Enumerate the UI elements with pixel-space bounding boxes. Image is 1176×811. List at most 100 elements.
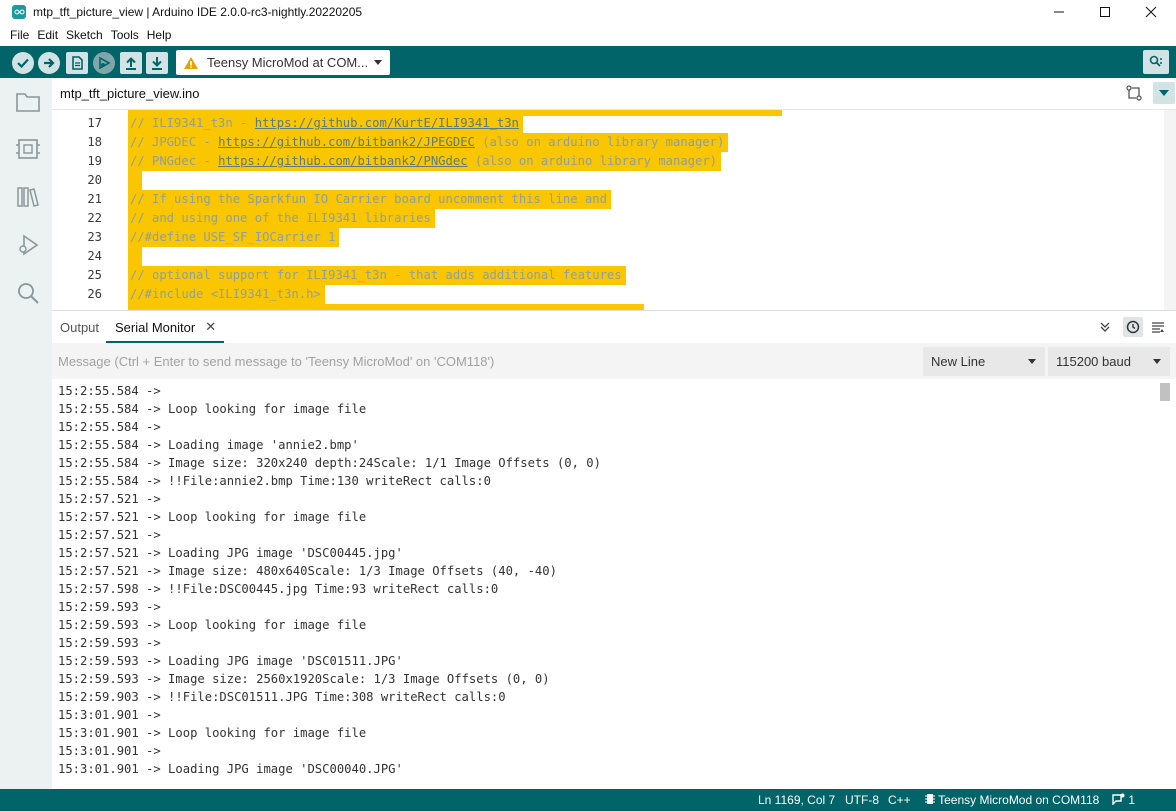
tab-output[interactable]: Output <box>60 311 99 343</box>
serial-monitor-button[interactable] <box>1143 50 1169 74</box>
line-number: 17 <box>87 116 102 130</box>
file-encoding[interactable]: UTF-8 <box>845 793 879 807</box>
window-title: mtp_tft_picture_view | Arduino IDE 2.0.0… <box>33 5 363 19</box>
chevron-down-icon <box>1028 359 1036 364</box>
debug-icon <box>99 56 111 70</box>
new-sketch-icon <box>72 56 83 70</box>
tab-serial-monitor-label: Serial Monitor <box>115 319 196 335</box>
code-line: 21 // If using the Sparkfun IO Carrier bo… <box>52 190 1164 209</box>
code-editor[interactable]: 17 // ILI9341_t3n - https://github.com/Ku… <box>52 110 1164 310</box>
open-icon <box>126 57 136 70</box>
code-comment: // and using one of the ILI9341 librarie… <box>130 211 431 225</box>
serial-output-line: 15:2:57.521 -> <box>58 528 161 542</box>
serial-message-bar: New Line 115200 baud <box>52 343 1176 379</box>
editor-more-button[interactable] <box>1153 82 1175 104</box>
code-url-link[interactable]: https://github.com/KurtE/ILI9341_t3n <box>255 116 519 130</box>
open-button[interactable] <box>120 52 142 74</box>
status-bar: Ln 1169, Col 7 UTF-8 C++ Teensy MicroMod… <box>0 789 1176 811</box>
menu-sketch[interactable]: Sketch <box>62 28 107 42</box>
tab-sketch-file-label: mtp_tft_picture_view.ino <box>60 86 200 101</box>
serial-output-line: 15:2:55.584 -> Image size: 320x240 depth… <box>58 456 601 470</box>
code-text: //#define USE_SF_IOCarrier 1 <box>128 228 340 247</box>
code-url-link[interactable]: https://github.com/bitbank2/PNGdec <box>218 154 467 168</box>
boards-manager-button[interactable] <box>14 135 42 163</box>
serial-output-line: 15:2:57.521 -> Image size: 480x640Scale:… <box>58 564 557 578</box>
serial-scrollbar-thumb[interactable] <box>1160 383 1170 401</box>
code-comment: // ILI9341_t3n - <box>130 116 255 130</box>
code-line: 23 //#define USE_SF_IOCarrier 1 <box>52 228 1164 247</box>
debug-button[interactable] <box>93 52 115 74</box>
warning-icon <box>184 56 198 69</box>
toolbar: Teensy MicroMod at COM... <box>0 46 1176 78</box>
editor-tab-bar: mtp_tft_picture_view.ino <box>52 78 1176 110</box>
clock-icon <box>1126 320 1140 334</box>
tab-serial-monitor[interactable]: Serial Monitor ✕ <box>106 311 225 343</box>
serial-monitor-icon <box>1149 55 1162 67</box>
menu-help[interactable]: Help <box>143 28 176 42</box>
arduino-logo-icon <box>12 5 26 19</box>
sketchbook-button[interactable] <box>14 88 42 116</box>
minimize-button[interactable] <box>1036 0 1082 24</box>
baud-rate-select[interactable]: 115200 baud <box>1048 347 1170 376</box>
maximize-button[interactable] <box>1082 0 1128 24</box>
toggle-autoscroll-button[interactable] <box>1148 317 1168 337</box>
line-number: 25 <box>87 268 102 282</box>
compare-icon <box>1126 85 1142 101</box>
code-comment: //#define USE_SF_IOCarrier 1 <box>130 230 336 244</box>
autoscroll-icon <box>1152 322 1164 333</box>
serial-scrollbar[interactable] <box>1156 381 1176 787</box>
upload-icon <box>44 58 55 68</box>
library-manager-button[interactable] <box>14 183 42 211</box>
serial-output-line: 15:3:01.901 -> <box>58 744 161 758</box>
line-ending-value: New Line <box>931 354 986 369</box>
chevron-down-icon <box>1159 90 1169 96</box>
line-ending-select[interactable]: New Line <box>923 347 1045 376</box>
menu-edit[interactable]: Edit <box>33 28 62 42</box>
tab-sketch-file[interactable]: mtp_tft_picture_view.ino <box>52 78 207 109</box>
search-panel-button[interactable] <box>14 279 42 307</box>
editor-scrollbar[interactable] <box>1164 110 1176 310</box>
code-url-link[interactable]: https://github.com/bitbank2/JPEGDEC <box>218 135 475 149</box>
upload-button[interactable] <box>38 52 60 74</box>
code-text <box>128 171 142 190</box>
minimize-icon <box>1054 11 1064 13</box>
bottom-panel-tabs: Output Serial Monitor ✕ <box>52 311 1176 343</box>
serial-message-input[interactable] <box>58 347 918 375</box>
save-icon <box>152 57 162 70</box>
verify-button[interactable] <box>12 52 34 74</box>
code-comment: (also on arduino library manager) <box>474 135 725 149</box>
serial-output-line: 15:2:59.903 -> !!File:DSC01511.JPG Time:… <box>58 690 506 704</box>
menu-tools[interactable]: Tools <box>107 28 143 42</box>
debug-panel-button[interactable] <box>14 231 42 259</box>
new-sketch-button[interactable] <box>66 52 88 74</box>
serial-output-line: 15:2:55.584 -> Loop looking for image fi… <box>58 402 367 416</box>
activity-sidebar <box>0 78 52 790</box>
board-icon <box>925 794 935 804</box>
maximize-icon <box>1100 7 1110 17</box>
serial-output-line: 15:2:55.584 -> !!File:annie2.bmp Time:13… <box>58 474 491 488</box>
serial-output[interactable]: 15:2:55.584 -> 15:2:55.584 -> Loop lookin… <box>52 381 1156 787</box>
close-icon[interactable]: ✕ <box>205 319 216 335</box>
file-language[interactable]: C++ <box>888 793 911 807</box>
menu-file[interactable]: File <box>6 28 33 42</box>
notifications[interactable]: 1 <box>1111 793 1135 807</box>
code-comment: // optional support for ILI9341_t3n - th… <box>130 268 622 282</box>
line-number: 21 <box>87 192 102 206</box>
toggle-timestamp-button[interactable] <box>1123 317 1143 337</box>
verify-icon <box>17 58 29 69</box>
close-window-button[interactable] <box>1128 0 1174 24</box>
code-text: // optional support for ILI9341_t3n - th… <box>128 266 626 285</box>
collapse-panel-button[interactable] <box>1095 317 1115 337</box>
board-selector[interactable]: Teensy MicroMod at COM... <box>176 50 390 75</box>
status-board[interactable]: Teensy MicroMod on COM118 <box>925 793 1099 807</box>
save-button[interactable] <box>146 52 168 74</box>
serial-output-line: 15:2:55.584 -> <box>58 420 161 434</box>
search-icon <box>18 283 39 304</box>
cursor-position[interactable]: Ln 1169, Col 7 <box>758 793 835 807</box>
toggle-view-button[interactable] <box>1123 82 1145 104</box>
code-text: // If using the Sparkfun IO Carrier boar… <box>128 190 611 209</box>
code-line: 24 <box>52 247 1164 266</box>
line-number: 20 <box>87 173 102 187</box>
close-icon <box>1145 6 1157 18</box>
code-text <box>128 247 142 266</box>
